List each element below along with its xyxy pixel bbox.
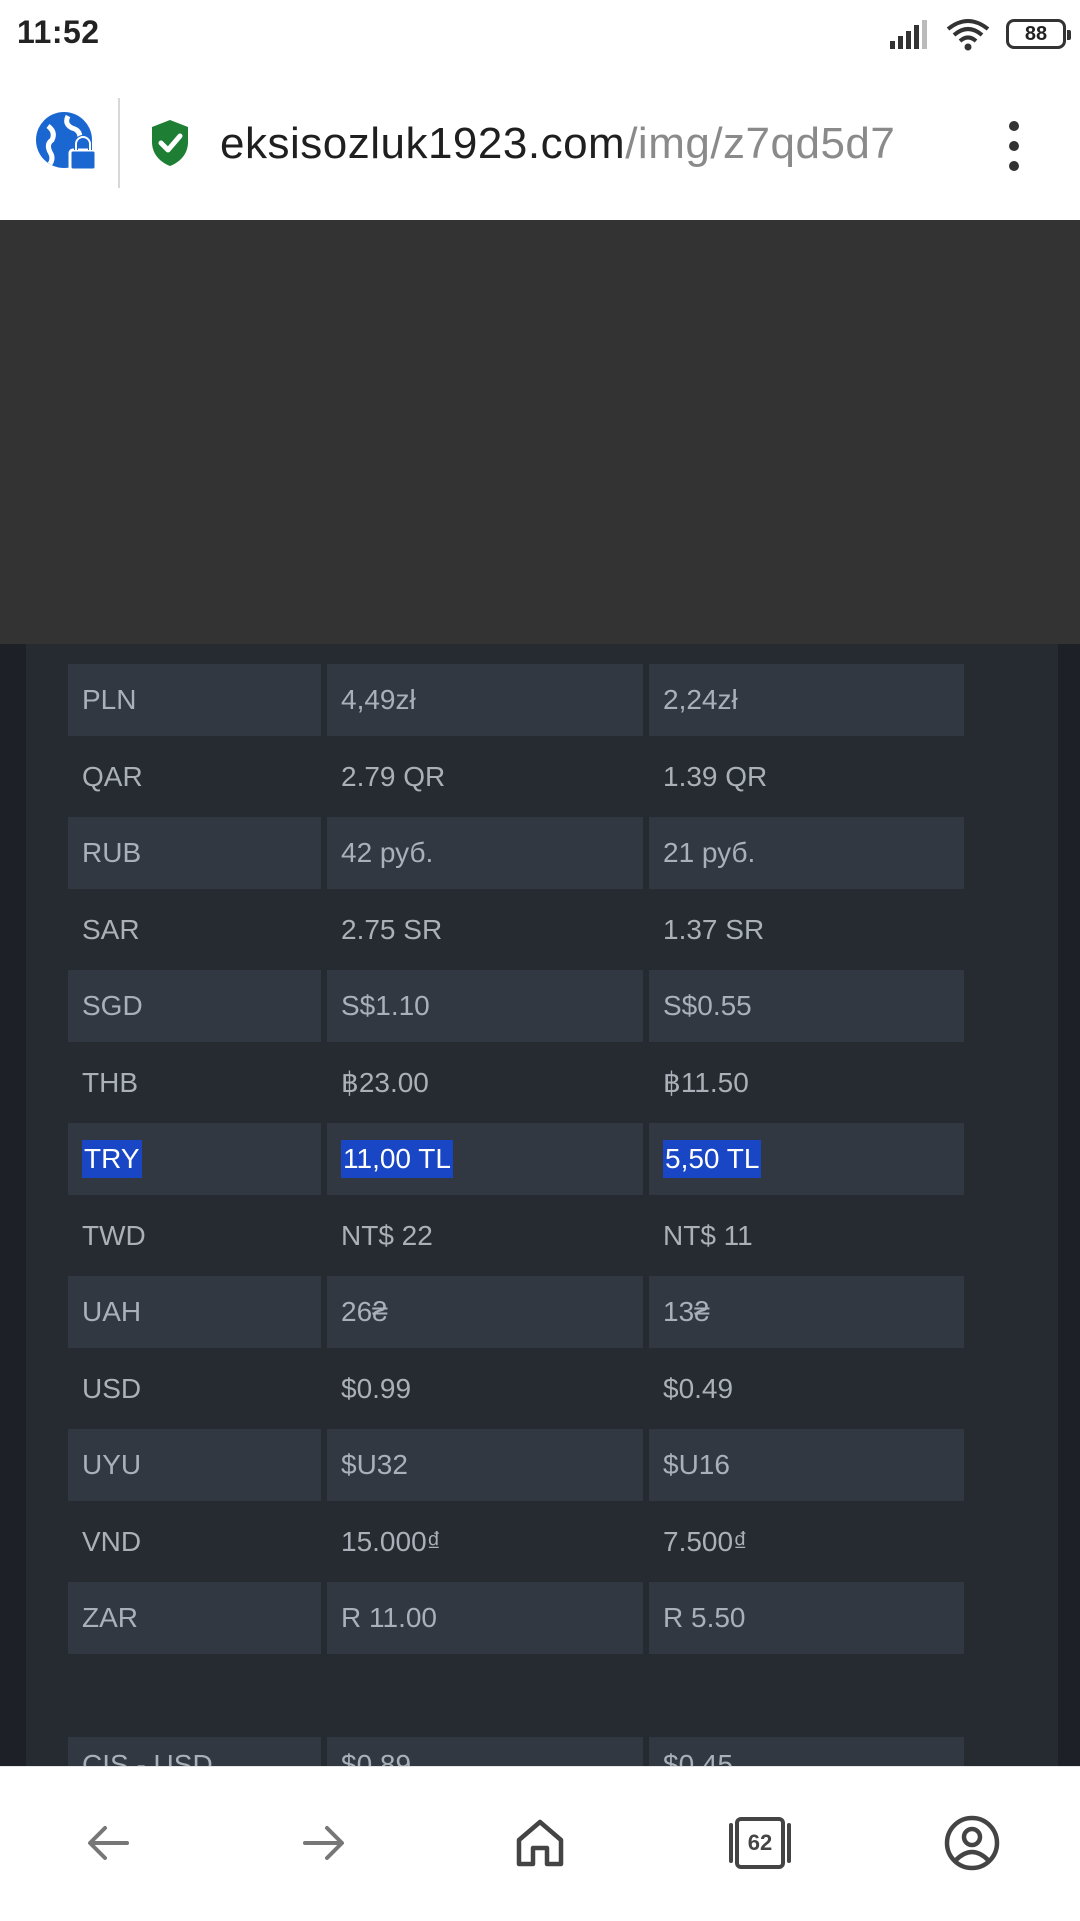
price-table: PLN 4,49zł 2,24zł QAR 2.79 QR 1.39 QR RU…: [68, 664, 964, 1766]
menu-icon[interactable]: [1000, 118, 1028, 174]
price-cell: 42 руб.: [327, 817, 643, 889]
price-cell: $0.89: [327, 1736, 643, 1766]
currency-cell: UAH: [68, 1276, 321, 1348]
forward-button[interactable]: [288, 1807, 360, 1879]
price-cell: R 11.00: [327, 1582, 643, 1654]
site-info-icon[interactable]: [34, 110, 100, 176]
status-bar: 11:52 88: [0, 0, 1080, 68]
currency-cell: SAR: [82, 913, 140, 945]
currency-cell: USD: [82, 1372, 142, 1404]
selected-text: 5,50 TL: [663, 1140, 762, 1178]
url-domain: eksisozluk1923.com: [220, 119, 626, 168]
url-bar: eksisozluk1923.com/img/z7qd5d7: [0, 68, 1080, 221]
home-icon: [516, 1819, 564, 1867]
price-cell: $U32: [327, 1429, 643, 1501]
table-row: UAH 26₴ 13₴: [68, 1276, 964, 1348]
sale-price-cell: NT$ 11: [663, 1219, 753, 1251]
account-icon: [944, 1815, 1000, 1871]
url-fade: [900, 116, 970, 172]
table-row: QAR 2.79 QR 1.39 QR: [68, 741, 964, 813]
table-row: THB ฿23.00 ฿11.50: [68, 1047, 964, 1119]
signal-icon: [890, 20, 927, 49]
currency-cell: UYU: [68, 1429, 321, 1501]
price-cell: 26₴: [327, 1276, 643, 1348]
table-row: TWD NT$ 22 NT$ 11: [68, 1200, 964, 1272]
table-row: ZAR R 11.00 R 5.50: [68, 1582, 964, 1654]
price-cell: 11,00 TL: [327, 1123, 643, 1195]
table-row-selected: TRY 11,00 TL 5,50 TL: [68, 1123, 964, 1195]
table-row: UYU $U32 $U16: [68, 1429, 964, 1501]
forward-arrow-icon: [303, 1826, 344, 1860]
table-row: VND 15.000₫ 7.500₫: [68, 1506, 964, 1578]
battery-level: 88: [1024, 22, 1048, 45]
price-cell: S$1.10: [327, 970, 643, 1042]
price-cell: ฿23.00: [341, 1067, 429, 1098]
tab-count: 62: [747, 1830, 773, 1855]
price-cell: 4,49zł: [327, 664, 643, 736]
currency-cell: ZAR: [68, 1582, 321, 1654]
url-field[interactable]: eksisozluk1923.com/img/z7qd5d7: [220, 116, 960, 172]
price-cell: NT$ 22: [341, 1219, 433, 1251]
status-time: 11:52: [17, 14, 100, 50]
battery-icon: 88: [1006, 19, 1071, 49]
currency-cell: RUB: [68, 817, 321, 889]
currency-cell: SGD: [68, 970, 321, 1042]
table-gap: [68, 1659, 964, 1737]
url-divider: [118, 98, 120, 188]
left-border: [0, 644, 26, 1766]
table-row: PLN 4,49zł 2,24zł: [68, 664, 964, 736]
sale-price-cell: $U16: [649, 1429, 964, 1501]
price-cell: 2.79 QR: [341, 760, 446, 792]
tabs-button[interactable]: 62: [720, 1807, 800, 1879]
sale-price-cell: 1.37 SR: [663, 913, 765, 945]
table-row: SGD S$1.10 S$0.55: [68, 970, 964, 1042]
currency-cell: TWD: [82, 1219, 146, 1251]
sale-price-cell: 13₴: [649, 1276, 964, 1348]
price-cell: $0.99: [341, 1372, 412, 1404]
sale-price-cell: ฿11.50: [663, 1067, 749, 1098]
currency-cell: VND: [82, 1525, 142, 1557]
table-row: RUB 42 руб. 21 руб.: [68, 817, 964, 889]
back-arrow-icon: [88, 1826, 129, 1860]
price-cell: 2.75 SR: [341, 913, 443, 945]
selected-text: 11,00 TL: [341, 1140, 453, 1178]
sale-price-cell: S$0.55: [649, 970, 964, 1042]
currency-cell: PLN: [68, 664, 321, 736]
table-row: USD $0.99 $0.49: [68, 1353, 964, 1425]
currency-cell: TRY: [68, 1123, 321, 1195]
sale-price-cell: 21 руб.: [649, 817, 964, 889]
bottom-nav: 62: [0, 1766, 1080, 1921]
url-path: /img/z7qd5d7: [625, 119, 896, 168]
sale-price-cell: 1.39 QR: [663, 760, 768, 792]
currency-cell: THB: [82, 1066, 138, 1098]
sale-price-cell: 2,24zł: [649, 664, 964, 736]
page-content: PLN 4,49zł 2,24zł QAR 2.79 QR 1.39 QR RU…: [0, 220, 1080, 1766]
right-border: [1058, 644, 1080, 1766]
status-icons: 88: [888, 14, 1071, 54]
table-row-partial: CIS - USD $0.89 $0.45: [68, 1736, 964, 1766]
currency-cell: QAR: [82, 760, 143, 792]
sale-price-cell: 5,50 TL: [649, 1123, 964, 1195]
currency-cell: CIS - USD: [68, 1736, 321, 1766]
sale-price-cell: $0.49: [663, 1372, 734, 1404]
wifi-icon: [946, 19, 990, 51]
price-cell: 15.000₫: [341, 1525, 442, 1557]
sale-price-cell: $0.45: [649, 1736, 964, 1766]
sale-price-cell: 7.500₫: [663, 1525, 748, 1557]
image-banner: [0, 220, 1080, 644]
table-row: SAR 2.75 SR 1.37 SR: [68, 894, 964, 966]
home-button[interactable]: [504, 1807, 576, 1879]
selected-text: TRY: [82, 1140, 142, 1178]
account-button[interactable]: [936, 1807, 1008, 1879]
sale-price-cell: R 5.50: [649, 1582, 964, 1654]
secure-shield-icon[interactable]: [148, 118, 192, 168]
back-button[interactable]: [72, 1807, 144, 1879]
